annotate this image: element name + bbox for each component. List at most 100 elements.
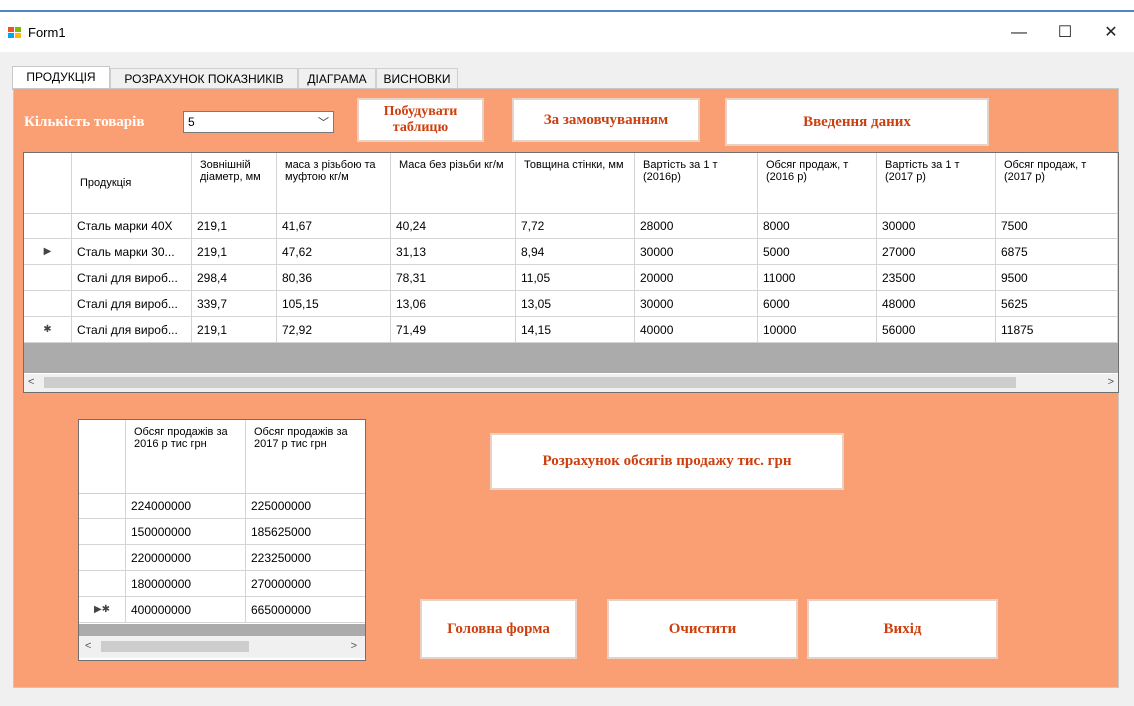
table-cell[interactable]: 180000000 <box>126 571 246 597</box>
column-header[interactable]: Маса без різьби кг/м <box>391 153 516 213</box>
table-cell[interactable]: 47,62 <box>277 239 391 265</box>
tab-calculation[interactable]: РОЗРАХУНОК ПОКАЗНИКІВ <box>110 68 298 88</box>
table-cell[interactable]: 27000 <box>877 239 996 265</box>
table-cell[interactable]: 270000000 <box>246 571 365 597</box>
table-cell[interactable]: 9500 <box>996 265 1118 291</box>
table-cell[interactable]: 219,1 <box>192 213 277 239</box>
table-row[interactable]: 150000000 185625000 <box>79 519 365 545</box>
exit-button[interactable]: Вихід <box>807 599 998 659</box>
table-cell[interactable]: 7500 <box>996 213 1118 239</box>
row-marker[interactable] <box>24 291 72 317</box>
row-marker[interactable] <box>79 571 126 597</box>
table-cell[interactable]: 40000 <box>635 317 758 343</box>
table-cell[interactable]: 665000000 <box>246 597 365 623</box>
column-header[interactable]: Вартість за 1 т (2016р) <box>635 153 758 213</box>
input-data-button[interactable]: Введення даних <box>725 98 989 146</box>
table-cell[interactable]: 220000000 <box>126 545 246 571</box>
tab-products[interactable]: ПРОДУКЦІЯ <box>12 66 110 90</box>
table-cell[interactable]: 31,13 <box>391 239 516 265</box>
table-cell[interactable]: 6875 <box>996 239 1118 265</box>
table-row[interactable]: Сталь марки 40Х 219,1 41,67 40,24 7,72 28000 8… <box>24 213 1118 239</box>
products-grid-hscrollbar[interactable]: < > <box>24 374 1118 392</box>
column-header[interactable]: Зовнішній діаметр, мм <box>192 153 277 213</box>
table-cell[interactable]: 219,1 <box>192 239 277 265</box>
column-header[interactable]: Обсяг продажів за 2017 р тис грн <box>246 420 365 493</box>
column-header[interactable]: маса з різьбою та муфтою кг/м <box>277 153 391 213</box>
row-marker[interactable] <box>24 213 72 239</box>
column-header[interactable]: Обсяг продажів за 2016 р тис грн <box>126 420 246 493</box>
table-row[interactable]: Сталі для вироб... 298,4 80,36 78,31 11,05 20… <box>24 265 1118 291</box>
table-cell[interactable]: 10000 <box>758 317 877 343</box>
row-marker[interactable]: ▶✱ <box>79 597 126 623</box>
close-button[interactable]: ✕ <box>1088 18 1134 48</box>
maximize-button[interactable]: ☐ <box>1042 18 1088 48</box>
default-values-button[interactable]: За замовчуванням <box>512 98 700 142</box>
table-cell[interactable]: 225000000 <box>246 493 365 519</box>
row-marker[interactable] <box>24 265 72 291</box>
table-cell[interactable]: 5625 <box>996 291 1118 317</box>
table-cell[interactable]: 20000 <box>635 265 758 291</box>
tab-conclusions[interactable]: ВИСНОВКИ <box>376 68 458 88</box>
tab-diagram[interactable]: ДІАГРАМА <box>298 68 376 88</box>
table-cell[interactable]: 56000 <box>877 317 996 343</box>
main-form-button[interactable]: Головна форма <box>420 599 577 659</box>
table-cell[interactable]: 8,94 <box>516 239 635 265</box>
table-row[interactable]: 220000000 223250000 <box>79 545 365 571</box>
scroll-left-icon[interactable]: < <box>85 636 91 656</box>
table-cell[interactable]: 11875 <box>996 317 1118 343</box>
table-cell[interactable]: 6000 <box>758 291 877 317</box>
table-cell[interactable]: 72,92 <box>277 317 391 343</box>
chevron-down-icon[interactable]: ﹀ <box>318 114 329 130</box>
sales-grid[interactable]: Обсяг продажів за 2016 р тис грн Обсяг пр… <box>78 419 366 661</box>
table-cell[interactable]: 14,15 <box>516 317 635 343</box>
table-cell[interactable]: 224000000 <box>126 493 246 519</box>
table-row[interactable]: 224000000 225000000 <box>79 493 365 519</box>
table-cell[interactable]: 48000 <box>877 291 996 317</box>
calculate-sales-button[interactable]: Розрахунок обсягів продажу тис. грн <box>490 433 844 490</box>
table-row[interactable]: 180000000 270000000 <box>79 571 365 597</box>
table-cell[interactable]: Сталь марки 40Х <box>72 213 192 239</box>
scroll-thumb[interactable] <box>101 641 249 652</box>
row-marker[interactable] <box>79 493 126 519</box>
table-cell[interactable]: 219,1 <box>192 317 277 343</box>
table-cell[interactable]: 150000000 <box>126 519 246 545</box>
row-marker[interactable] <box>79 519 126 545</box>
table-cell[interactable]: Сталі для вироб... <box>72 317 192 343</box>
table-cell[interactable]: 13,06 <box>391 291 516 317</box>
row-marker[interactable]: ▶ <box>24 239 72 265</box>
minimize-button[interactable]: — <box>996 18 1042 48</box>
table-row[interactable]: ▶ Сталь марки 30... 219,1 47,62 31,13 8,94 300… <box>24 239 1118 265</box>
product-count-select[interactable]: 5 ﹀ <box>183 111 334 133</box>
table-row[interactable]: ▶✱ 400000000 665000000 <box>79 597 365 623</box>
scroll-right-icon[interactable]: > <box>1108 374 1114 391</box>
column-header[interactable]: Товщина стінки, мм <box>516 153 635 213</box>
sales-grid-hscrollbar[interactable]: < > <box>79 636 365 658</box>
row-marker[interactable]: ✱ <box>24 317 72 343</box>
table-cell[interactable]: 40,24 <box>391 213 516 239</box>
table-cell[interactable]: 339,7 <box>192 291 277 317</box>
table-cell[interactable]: 30000 <box>635 239 758 265</box>
table-cell[interactable]: 23500 <box>877 265 996 291</box>
table-cell[interactable]: 400000000 <box>126 597 246 623</box>
table-cell[interactable]: 8000 <box>758 213 877 239</box>
table-cell[interactable]: 30000 <box>877 213 996 239</box>
table-cell[interactable]: 7,72 <box>516 213 635 239</box>
table-cell[interactable]: Сталі для вироб... <box>72 265 192 291</box>
table-cell[interactable]: 185625000 <box>246 519 365 545</box>
table-cell[interactable]: 298,4 <box>192 265 277 291</box>
products-grid[interactable]: Продукція Зовнішній діаметр, мм маса з різ… <box>23 152 1119 393</box>
table-cell[interactable]: 13,05 <box>516 291 635 317</box>
scroll-right-icon[interactable]: > <box>351 636 357 656</box>
row-marker[interactable] <box>79 545 126 571</box>
table-row[interactable]: ✱ Сталі для вироб... 219,1 72,92 71,49 14,15 4… <box>24 317 1118 343</box>
clear-button[interactable]: Очистити <box>607 599 798 659</box>
table-cell[interactable]: 30000 <box>635 291 758 317</box>
build-table-button[interactable]: Побудувати таблицю <box>357 98 484 142</box>
column-header[interactable]: Обсяг продаж, т (2016 р) <box>758 153 877 213</box>
table-cell[interactable]: 71,49 <box>391 317 516 343</box>
table-row[interactable]: Сталі для вироб... 339,7 105,15 13,06 13,05 3… <box>24 291 1118 317</box>
table-cell[interactable]: 41,67 <box>277 213 391 239</box>
table-cell[interactable]: 28000 <box>635 213 758 239</box>
scroll-left-icon[interactable]: < <box>28 374 34 391</box>
table-cell[interactable]: 80,36 <box>277 265 391 291</box>
